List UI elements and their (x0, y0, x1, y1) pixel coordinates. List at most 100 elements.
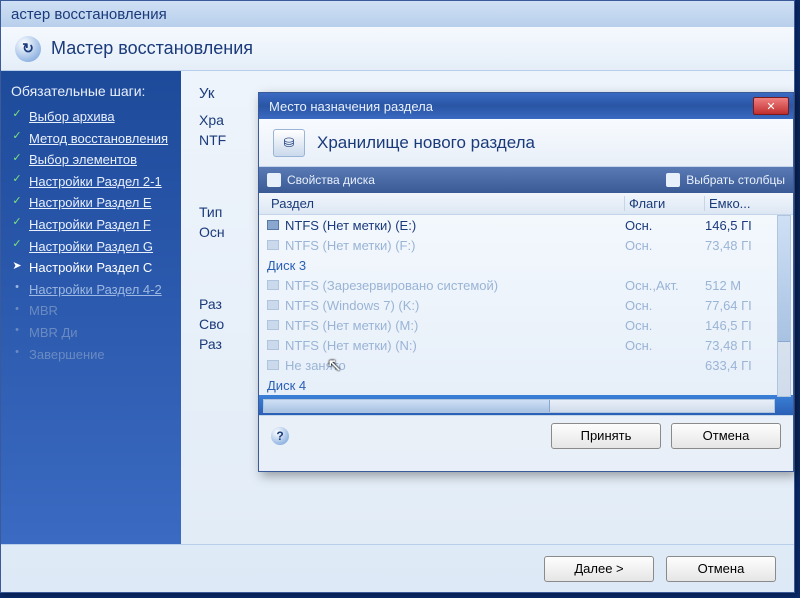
accept-button[interactable]: Принять (551, 423, 661, 449)
help-icon[interactable]: ? (271, 427, 289, 445)
bullet-icon: • (11, 325, 23, 337)
wizard-footer: Далее > Отмена (1, 544, 794, 592)
check-icon: ✓ (11, 152, 23, 164)
partition-row[interactable]: NTFS (Нет метки) (E:) Осн.146,5 ГI (259, 215, 793, 235)
disk-group: Диск 3 (259, 255, 793, 275)
storage-icon: ⛁ (273, 129, 305, 157)
cancel-button[interactable]: Отмена (671, 423, 781, 449)
partition-capacity: 633,4 ГI (705, 358, 785, 373)
bullet-icon: • (11, 347, 23, 359)
cancel-button[interactable]: Отмена (666, 556, 776, 582)
sidebar-step[interactable]: ✓ Выбор элементов (11, 152, 171, 168)
sidebar-step: • Завершение (11, 347, 171, 363)
check-icon: ✓ (11, 109, 23, 121)
check-icon: ✓ (11, 195, 23, 207)
scrollbar-thumb[interactable] (778, 216, 790, 342)
partition-flags: Осн. (625, 218, 705, 233)
step-label: Выбор архива (29, 109, 115, 125)
partition-row[interactable]: NTFS (Зарезервировано системой)Осн.,Акт.… (259, 275, 793, 295)
partition-name: NTFS (Нет метки) (M:) (285, 318, 418, 333)
next-button[interactable]: Далее > (544, 556, 654, 582)
horizontal-scrollbar[interactable] (263, 399, 775, 413)
col-capacity[interactable]: Емко... (705, 196, 785, 211)
step-label: Настройки Раздел 2-1 (29, 174, 162, 190)
partition-row[interactable]: NTFS (Нет метки) (M:)Осн.146,5 ГI (259, 315, 793, 335)
partition-capacity: 73,48 ГI (705, 238, 785, 253)
partition-list: Раздел Флаги Емко... NTFS (Нет метки) (E… (259, 193, 793, 415)
disk-properties-button[interactable]: Свойства диска (267, 173, 375, 187)
dialog-toolbar: Свойства диска Выбрать столбцы (259, 167, 793, 193)
step-label: Настройки Раздел F (29, 217, 151, 233)
wizard-header: ↻ Мастер восстановления (1, 27, 794, 71)
sidebar-step[interactable]: ✓Настройки Раздел 2-1 (11, 174, 171, 190)
partition-row[interactable]: Не занято 633,4 ГI (259, 355, 793, 375)
properties-icon (267, 173, 281, 187)
partition-name: NTFS (Нет метки) (N:) (285, 338, 417, 353)
partition-flags: Осн. (625, 238, 705, 253)
vertical-scrollbar[interactable] (777, 215, 791, 397)
sidebar-step[interactable]: ✓ Настройки Раздел F (11, 217, 171, 233)
check-icon: ✓ (11, 239, 23, 251)
step-label: Настройки Раздел C (29, 260, 152, 276)
partition-name: NTFS (Нет метки) (E:) (285, 218, 416, 233)
wizard-icon: ↻ (15, 36, 41, 62)
step-label: MBR Ди (29, 325, 78, 341)
step-label: Настройки Раздел G (29, 239, 153, 255)
step-label: MBR (29, 303, 58, 319)
partition-row[interactable]: NTFS (Windows 7) (K:) Осн.77,64 ГI (259, 295, 793, 315)
partition-capacity: 146,5 ГI (705, 218, 785, 233)
sidebar-step[interactable]: ✓Настройки Раздел E (11, 195, 171, 211)
check-icon: ✓ (11, 217, 23, 229)
tool-label: Выбрать столбцы (686, 173, 785, 187)
disk-icon (267, 240, 279, 250)
sidebar-step[interactable]: ➤ Настройки Раздел C (11, 260, 171, 276)
bullet-icon: • (11, 282, 23, 294)
close-icon[interactable]: ✕ (753, 97, 789, 115)
sidebar-step[interactable]: ✓ Настройки Раздел G (11, 239, 171, 255)
sidebar-step: • MBR (11, 303, 171, 319)
partition-name: Не занято (285, 358, 346, 373)
partition-name: NTFS (Windows 7) (K:) (285, 298, 419, 313)
list-header: Раздел Флаги Емко... (259, 193, 793, 215)
wizard-titlebar: астер восстановления (1, 1, 794, 27)
sidebar-step[interactable]: • Настройки Раздел 4-2 (11, 282, 171, 298)
partition-capacity: 512 М (705, 278, 785, 293)
dialog-footer: ? Принять Отмена (259, 415, 793, 455)
partition-name: NTFS (Зарезервировано системой) (285, 278, 498, 293)
arrow-icon: ➤ (11, 260, 23, 272)
wizard-header-title: Мастер восстановления (51, 38, 253, 59)
sidebar-step[interactable]: ✓ Выбор архива (11, 109, 171, 125)
dialog-title: Место назначения раздела (269, 99, 433, 114)
dialog-titlebar[interactable]: Место назначения раздела ✕ (259, 93, 793, 119)
dialog-header-title: Хранилище нового раздела (317, 133, 535, 153)
disk-icon (267, 360, 279, 370)
step-label: Метод восстановления (29, 131, 168, 147)
partition-capacity: 77,64 ГI (705, 298, 785, 313)
bullet-icon: • (11, 303, 23, 315)
dialog-header: ⛁ Хранилище нового раздела (259, 119, 793, 167)
disk-icon (267, 340, 279, 350)
step-label: Завершение (29, 347, 105, 363)
choose-columns-button[interactable]: Выбрать столбцы (666, 173, 785, 187)
col-partition[interactable]: Раздел (267, 196, 625, 211)
partition-flags: Осн. (625, 298, 705, 313)
disk-icon (267, 320, 279, 330)
sidebar-step: • MBR Ди (11, 325, 171, 341)
partition-name: NTFS (Нет метки) (F:) (285, 238, 415, 253)
destination-dialog: Место назначения раздела ✕ ⛁ Хранилище н… (258, 92, 794, 472)
col-flags[interactable]: Флаги (625, 196, 705, 211)
check-icon: ✓ (11, 131, 23, 143)
step-label: Настройки Раздел 4-2 (29, 282, 162, 298)
step-label: Выбор элементов (29, 152, 137, 168)
tool-label: Свойства диска (287, 173, 375, 187)
disk-group: Диск 4 (259, 375, 793, 395)
scrollbar-thumb[interactable] (264, 400, 550, 412)
partition-row[interactable]: NTFS (Нет метки) (F:) Осн.73,48 ГI (259, 235, 793, 255)
sidebar-step[interactable]: ✓ Метод восстановления (11, 131, 171, 147)
partition-row[interactable]: NTFS (Нет метки) (N:)Осн.73,48 ГI (259, 335, 793, 355)
partition-capacity: 73,48 ГI (705, 338, 785, 353)
steps-title: Обязательные шаги: (11, 83, 171, 99)
disk-icon (267, 300, 279, 310)
columns-icon (666, 173, 680, 187)
disk-icon (267, 220, 279, 230)
